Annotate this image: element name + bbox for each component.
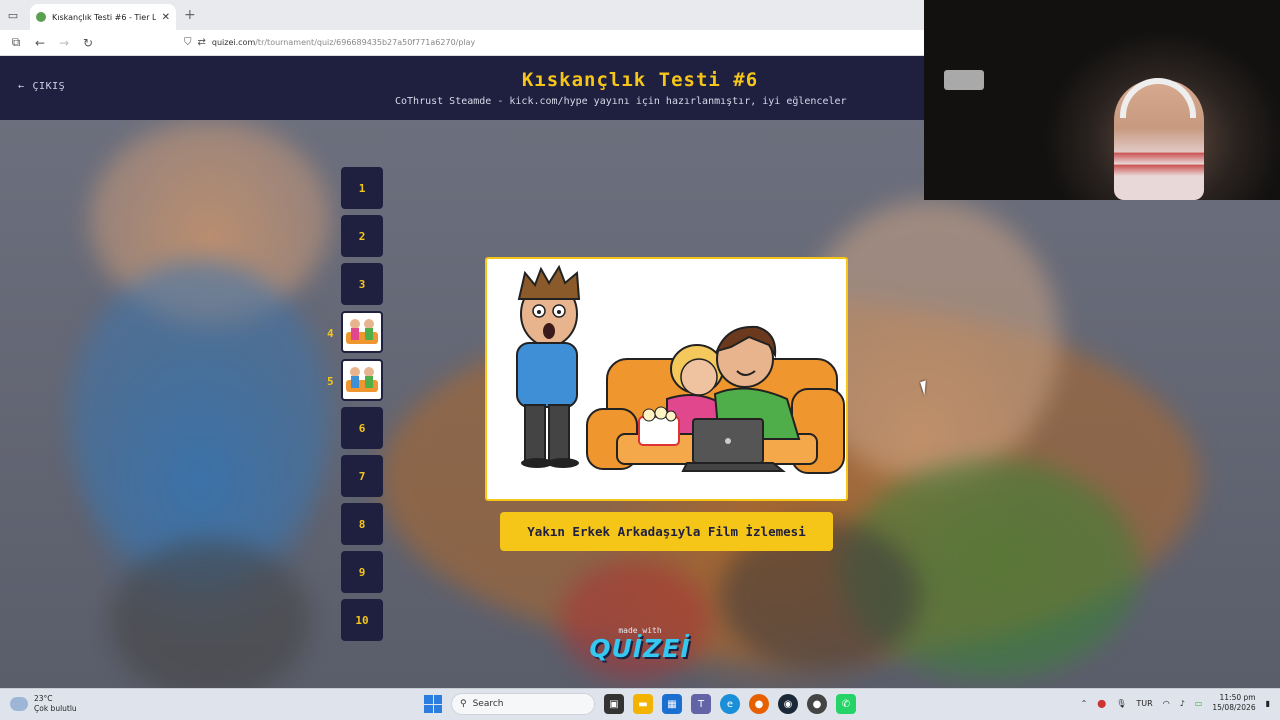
notification-icon[interactable]: ▮ (1266, 699, 1270, 708)
bracket-slot[interactable]: 8 (341, 503, 383, 545)
tab-title: Kıskançlık Testi #6 - Tier List, Kı (52, 12, 156, 22)
option-illustration (516, 264, 845, 474)
slot-number: 7 (358, 469, 366, 483)
slot-number: 5 (327, 375, 334, 388)
weather-temp: 23°C (34, 694, 53, 703)
bracket-slot[interactable]: 5 (327, 359, 383, 401)
address-bar: ⧉ ← → ↻ ⛉ ⇄ quizei.com/tr/tournament/qui… (0, 30, 924, 56)
volume-icon[interactable]: ♪ (1180, 699, 1185, 708)
battery-icon[interactable]: ▭ (1195, 699, 1203, 708)
wifi-icon[interactable]: ◠ (1163, 699, 1170, 708)
slot-thumbnail (346, 367, 378, 392)
url-path: /tr/tournament/quiz/696689435b27a50f771a… (255, 38, 476, 47)
bracket-slot[interactable]: 9 (341, 551, 383, 593)
option-caption-button[interactable]: Yakın Erkek Arkadaşıyla Film İzlemesi (500, 512, 833, 551)
bracket-slot[interactable]: 10 (341, 599, 383, 641)
file-explorer-icon[interactable]: ▬ (633, 694, 653, 714)
teams-icon[interactable]: T (691, 694, 711, 714)
weather-widget[interactable]: 23°C Çok bulutlu (10, 694, 77, 714)
webcam-overlay (924, 0, 1280, 200)
slot-number: 2 (358, 229, 366, 243)
current-option-card[interactable] (485, 257, 848, 501)
bracket-slot-list: 1 2 3 4 5 6 7 8 9 10 (327, 167, 385, 647)
back-icon[interactable]: ← (28, 30, 52, 56)
search-icon: ⚲ (460, 699, 467, 709)
new-tab-icon[interactable]: + (184, 7, 196, 23)
quiz-subtitle: CoThrust Steamde - kick.com/hype yayını … (395, 96, 847, 107)
slot-number: 9 (358, 565, 366, 579)
bracket-slot[interactable]: 2 (341, 215, 383, 257)
slot-number: 10 (355, 613, 369, 627)
forward-icon[interactable]: → (52, 30, 76, 56)
taskbar-search-box[interactable]: ⚲ Search (451, 693, 595, 715)
security-icon[interactable]: ⬤ (1097, 699, 1106, 708)
headset-shape (1120, 78, 1196, 118)
sidebar-toggle-icon[interactable]: ⧉ (4, 30, 28, 56)
site-favicon-icon (36, 12, 46, 22)
bracket-slot[interactable]: 7 (341, 455, 383, 497)
lamp-shape (944, 70, 984, 90)
reload-icon[interactable]: ↻ (76, 30, 100, 56)
windows-taskbar: 23°C Çok bulutlu ⚲ Search ▣ ▬ ▦ T e ● ◉ … (0, 688, 1280, 720)
chevron-up-icon[interactable]: ⌃ (1081, 699, 1088, 708)
system-tray: ⌃ ⬤ 🎙 TUR ◠ ♪ ▭ 11:50 pm 15/08/2026 ▮ (1081, 693, 1270, 713)
search-placeholder: Search (472, 699, 504, 709)
bracket-slot[interactable]: 6 (341, 407, 383, 449)
quizei-logo[interactable]: QUİZEİ (560, 634, 720, 663)
clock-time: 11:50 pm (1219, 693, 1256, 702)
slot-number: 3 (358, 277, 366, 291)
whatsapp-icon[interactable]: ✆ (836, 694, 856, 714)
close-tab-icon[interactable]: ✕ (162, 12, 170, 23)
tab-actions-icon[interactable]: ▭ (0, 0, 26, 30)
steam-icon[interactable]: ◉ (778, 694, 798, 714)
bracket-slot[interactable]: 4 (327, 311, 383, 353)
site-info-icon[interactable]: ⛉ (184, 37, 192, 48)
bracket-slot[interactable]: 3 (341, 263, 383, 305)
url-field[interactable]: ⛉ ⇄ quizei.com/tr/tournament/quiz/696689… (184, 37, 475, 48)
microphone-icon[interactable]: 🎙 (1116, 699, 1126, 708)
clock-date: 15/08/2026 (1212, 703, 1256, 712)
slot-number: 8 (358, 517, 366, 531)
edge-icon[interactable]: e (720, 694, 740, 714)
app-icon[interactable]: ● (807, 694, 827, 714)
weather-desc: Çok bulutlu (34, 704, 77, 713)
url-host: quizei.com (211, 38, 256, 47)
jealous-boy-figure (516, 264, 581, 468)
cloud-icon (10, 697, 28, 711)
bracket-slot[interactable]: 1 (341, 167, 383, 209)
browser-tab[interactable]: Kıskançlık Testi #6 - Tier List, Kı ✕ (30, 4, 176, 30)
slot-number: 1 (358, 181, 366, 195)
permissions-icon[interactable]: ⇄ (198, 37, 206, 48)
firefox-icon[interactable]: ● (749, 694, 769, 714)
slot-number: 6 (358, 421, 366, 435)
browser-tab-bar: ▭ Kıskançlık Testi #6 - Tier List, Kı ✕ … (0, 0, 924, 30)
windows-start-icon[interactable] (424, 695, 442, 713)
language-indicator[interactable]: TUR (1136, 699, 1152, 708)
slot-number: 4 (327, 327, 334, 340)
store-icon[interactable]: ▦ (662, 694, 682, 714)
taskbar-clock[interactable]: 11:50 pm 15/08/2026 (1212, 693, 1255, 713)
slot-thumbnail (346, 319, 378, 344)
task-view-icon[interactable]: ▣ (604, 694, 624, 714)
